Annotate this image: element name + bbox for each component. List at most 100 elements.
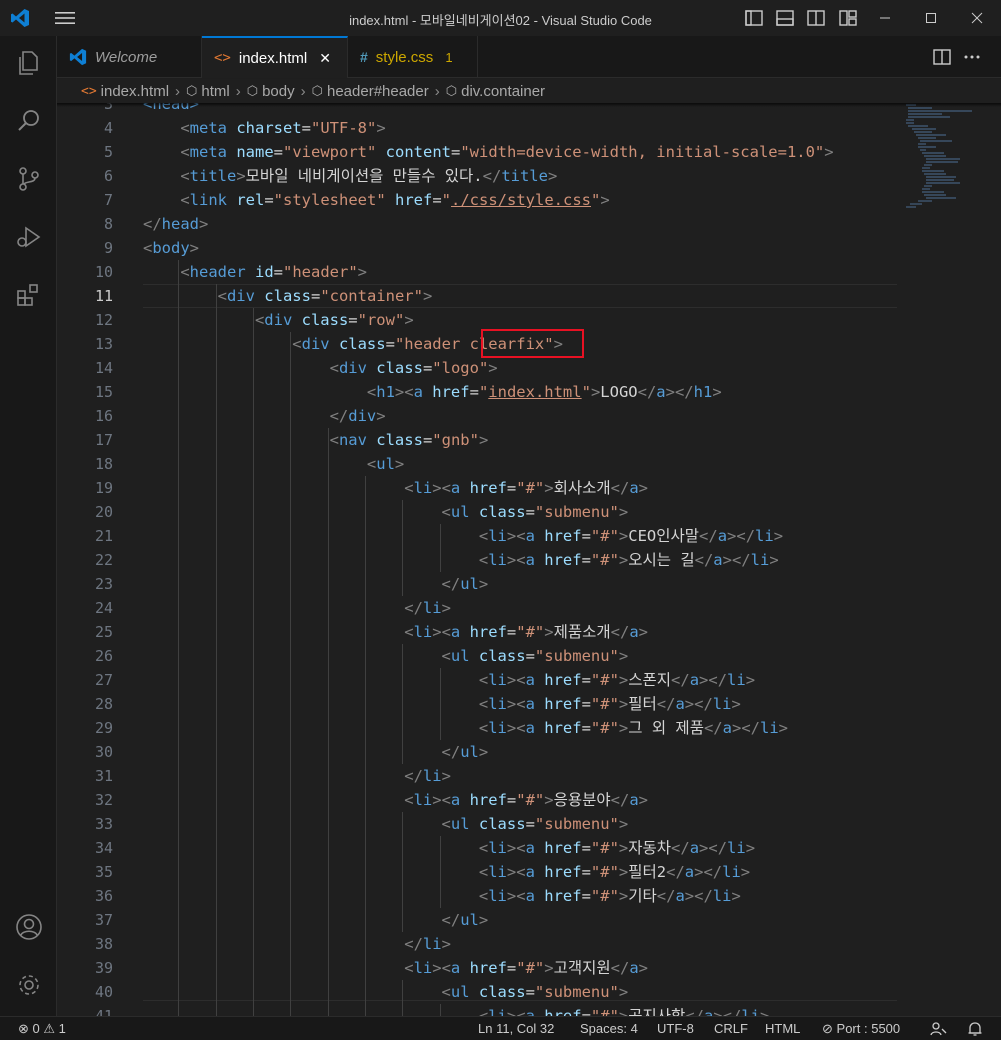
- extensions-icon[interactable]: [14, 280, 44, 310]
- code-line[interactable]: </li>: [404, 764, 451, 788]
- indentation-setting[interactable]: Spaces: 4: [580, 1021, 638, 1036]
- tab-welcome[interactable]: Welcome: [57, 36, 202, 78]
- code-line[interactable]: <li><a href="#">필터2</a></li>: [479, 860, 750, 884]
- code-area[interactable]: <head> <meta charset="UTF-8"> <meta name="…: [143, 103, 903, 1016]
- code-line[interactable]: <li><a href="#">그 외 제품</a></li>: [479, 716, 788, 740]
- breadcrumb-item[interactable]: ⬡ div.container: [446, 83, 545, 100]
- code-line[interactable]: <div class="container">: [218, 284, 433, 308]
- code-editor[interactable]: 3 4 5 6 7 8 9 10 11 12 13 14 15 16 17 18 19 20 21 22 23 24 25 2…: [57, 103, 1001, 1016]
- code-line[interactable]: </ul>: [442, 908, 489, 932]
- code-token: <: [180, 143, 190, 161]
- accounts-feedback-icon[interactable]: [929, 1020, 947, 1038]
- code-line[interactable]: <li><a href="#">CEO인사말</a></li>: [479, 524, 783, 548]
- breadcrumb-item[interactable]: ⬡ html ›: [186, 83, 247, 100]
- code-line[interactable]: <li><a href="#">고객지원</a>: [404, 956, 648, 980]
- language-mode[interactable]: HTML: [765, 1021, 800, 1036]
- code-line[interactable]: <meta charset="UTF-8">: [180, 116, 385, 140]
- code-token: >: [376, 407, 386, 425]
- code-token: ><: [506, 863, 526, 881]
- code-token: >: [731, 887, 741, 905]
- code-line[interactable]: <ul class="submenu">: [442, 500, 629, 524]
- live-server-port[interactable]: ⊘ Port : 5500: [822, 1021, 900, 1037]
- line-number: 37: [94, 911, 113, 929]
- code-token: >: [745, 671, 756, 689]
- split-editor-icon[interactable]: [931, 46, 953, 68]
- tab-style-css[interactable]: # style.css 1: [348, 36, 478, 78]
- code-line[interactable]: </ul>: [442, 740, 489, 764]
- code-token: href: [469, 623, 507, 641]
- code-line[interactable]: <li><a href="#">필터</a></li>: [479, 692, 741, 716]
- chevron-right-icon: ›: [175, 82, 181, 100]
- tab-label: style.css: [375, 48, 434, 66]
- code-line[interactable]: <ul>: [367, 452, 404, 476]
- close-tab-icon[interactable]: ✕: [319, 50, 331, 67]
- account-icon[interactable]: [14, 912, 44, 942]
- code-line[interactable]: <header id="header">: [180, 260, 367, 284]
- maximize-button[interactable]: [908, 0, 954, 36]
- code-line[interactable]: <div class="row">: [255, 308, 414, 332]
- code-token: body: [152, 239, 190, 257]
- source-control-icon[interactable]: [14, 164, 44, 194]
- code-line[interactable]: <ul class="submenu">: [442, 980, 629, 1004]
- code-token: "#": [516, 479, 545, 497]
- toggle-panel-icon[interactable]: [775, 8, 795, 28]
- code-token: <: [478, 527, 489, 545]
- no-entry-icon: ⊘: [822, 1021, 833, 1036]
- code-line[interactable]: <li><a href="#">스폰지</a></li>: [479, 668, 755, 692]
- code-line[interactable]: </li>: [404, 596, 451, 620]
- code-line[interactable]: <li><a href="#">공지사항</a></li>: [479, 1004, 769, 1016]
- code-line[interactable]: <body>: [143, 236, 199, 260]
- code-token: href: [544, 887, 582, 905]
- minimap[interactable]: [902, 103, 974, 213]
- code-token: a: [629, 791, 639, 809]
- run-debug-icon[interactable]: [14, 222, 44, 252]
- code-token: =: [422, 359, 433, 377]
- toggle-secondary-sidebar-icon[interactable]: [806, 8, 826, 28]
- problems-indicator[interactable]: ⊗ 0 ⚠ 1: [18, 1021, 66, 1037]
- toggle-primary-sidebar-icon[interactable]: [744, 8, 764, 28]
- code-line[interactable]: <title>모바일 네비게이션을 만들수 있다.</title>: [180, 164, 557, 188]
- code-line[interactable]: <ul class="submenu">: [442, 812, 629, 836]
- code-line[interactable]: <meta name="viewport" content="width=dev…: [180, 140, 833, 164]
- code-line[interactable]: <li><a href="#">응용분야</a>: [404, 788, 648, 812]
- code-token: class: [478, 647, 526, 665]
- breadcrumb-item[interactable]: ⬡ body ›: [247, 83, 312, 100]
- encoding-setting[interactable]: UTF-8: [657, 1021, 694, 1036]
- code-line[interactable]: </head>: [143, 212, 208, 236]
- code-line[interactable]: <nav class="gnb">: [330, 428, 489, 452]
- code-token: ": [591, 191, 601, 209]
- code-token: ul: [460, 743, 479, 761]
- code-line[interactable]: <ul class="submenu">: [442, 644, 629, 668]
- code-token: >: [357, 263, 367, 281]
- code-token: a: [689, 671, 700, 689]
- tab-index-html[interactable]: <> index.html ✕: [202, 36, 348, 78]
- minimize-icon: [880, 17, 890, 19]
- code-token: >: [478, 431, 489, 449]
- code-token: ></: [684, 887, 713, 905]
- explorer-icon[interactable]: [14, 48, 44, 78]
- settings-gear-icon[interactable]: [14, 970, 44, 1000]
- search-icon[interactable]: [14, 106, 44, 136]
- code-line[interactable]: <li><a href="#">제품소개</a>: [404, 620, 648, 644]
- breadcrumb-item[interactable]: ⬡ header#header ›: [312, 83, 446, 100]
- code-line[interactable]: <li><a href="#">회사소개</a>: [404, 476, 648, 500]
- code-line[interactable]: <li><a href="#">오시는 길</a></li>: [479, 548, 779, 572]
- cursor-position[interactable]: Ln 11, Col 32: [478, 1021, 554, 1036]
- code-line[interactable]: </li>: [404, 932, 451, 956]
- code-line[interactable]: </ul>: [442, 572, 489, 596]
- notifications-bell-icon[interactable]: [966, 1020, 984, 1038]
- eol-setting[interactable]: CRLF: [714, 1021, 748, 1036]
- code-line[interactable]: <h1><a href="index.html">LOGO</a></h1>: [367, 380, 722, 404]
- code-line[interactable]: <div class="logo">: [330, 356, 498, 380]
- minimize-button[interactable]: [862, 0, 908, 36]
- code-line[interactable]: </div>: [330, 404, 386, 428]
- breadcrumb-item[interactable]: <> index.html ›: [81, 83, 186, 100]
- code-token: ul: [460, 911, 479, 929]
- more-actions-icon[interactable]: [961, 46, 983, 68]
- breadcrumb-label: html: [201, 82, 230, 100]
- code-line[interactable]: <link rel="stylesheet" href="./css/style…: [180, 188, 609, 212]
- code-line[interactable]: <li><a href="#">기타</a></li>: [479, 884, 741, 908]
- customize-layout-icon[interactable]: [838, 8, 858, 28]
- code-line[interactable]: <li><a href="#">자동차</a></li>: [479, 836, 755, 860]
- close-window-button[interactable]: [954, 0, 1000, 36]
